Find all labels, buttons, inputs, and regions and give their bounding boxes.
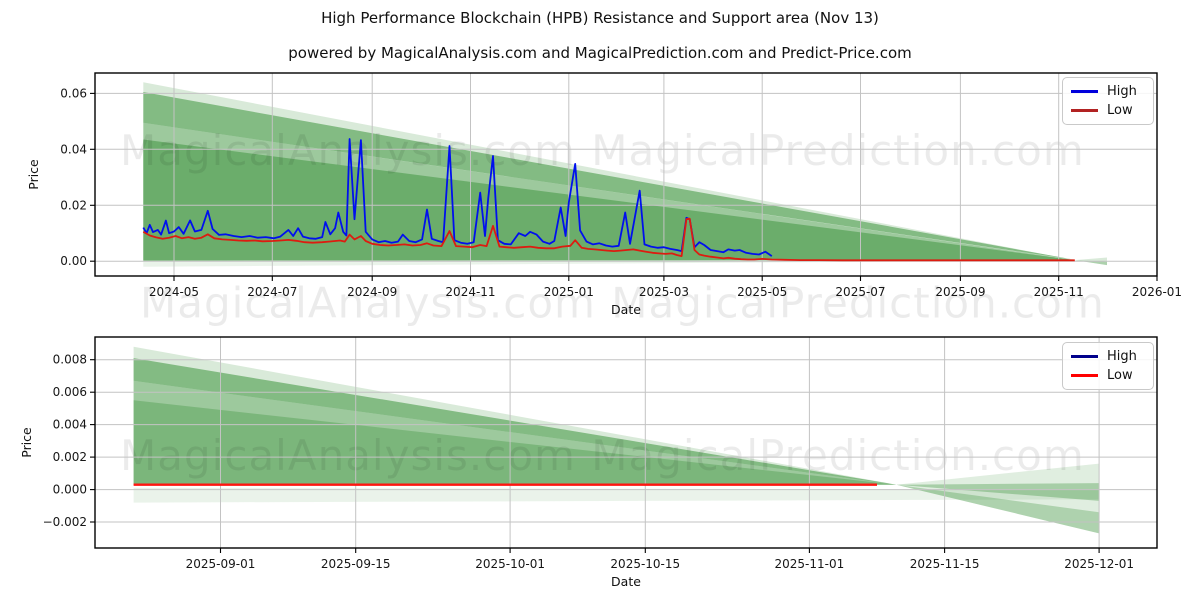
y-tick-label: 0.008 — [53, 353, 87, 367]
x-tick-label: 2025-10-01 — [475, 557, 545, 571]
watermark-text: MagicalPrediction.com — [591, 431, 1085, 480]
x-tick-label: 2025-05 — [737, 285, 787, 299]
y-tick-label: 0.06 — [60, 86, 87, 100]
x-axis-label: Date — [611, 574, 641, 589]
x-tick-label: 2025-07 — [835, 285, 885, 299]
high-line-swatch — [1071, 355, 1098, 358]
y-axis-label: Price — [26, 159, 41, 190]
legend-entry-high: High — [1071, 85, 1145, 98]
legend-label-high: High — [1107, 85, 1137, 98]
legend-top-chart: High Low — [1062, 77, 1154, 125]
x-tick-label: 2024-05 — [149, 285, 199, 299]
x-tick-label: 2024-11 — [445, 285, 495, 299]
figure-subtitle: powered by MagicalAnalysis.com and Magic… — [0, 44, 1200, 62]
bottom-chart: MagicalAnalysis.com MagicalPrediction.com… — [19, 337, 1157, 589]
figure-title: High Performance Blockchain (HPB) Resist… — [0, 9, 1200, 27]
high-line-swatch — [1071, 90, 1098, 93]
x-tick-label: 2025-10-15 — [610, 557, 680, 571]
x-tick-label: 2025-11 — [1034, 285, 1084, 299]
watermark-text: MagicalAnalysis.com — [120, 431, 576, 480]
legend-entry-low: Low — [1071, 104, 1145, 117]
x-tick-label: 2025-12-01 — [1064, 557, 1134, 571]
low-line-swatch — [1071, 374, 1098, 377]
legend-bottom-chart: High Low — [1062, 342, 1154, 390]
y-tick-label: 0.00 — [60, 254, 87, 268]
x-tick-label: 2025-03 — [639, 285, 689, 299]
x-tick-label: 2024-07 — [247, 285, 297, 299]
y-tick-label: −0.002 — [43, 515, 87, 529]
y-tick-label: 0.04 — [60, 142, 87, 156]
x-tick-label: 2025-11-01 — [775, 557, 845, 571]
x-tick-label: 2025-11-15 — [910, 557, 980, 571]
low-line-swatch — [1071, 109, 1098, 112]
y-tick-label: 0.002 — [53, 450, 87, 464]
y-axis-label: Price — [19, 427, 34, 458]
watermark-text: MagicalPrediction.com — [591, 126, 1085, 175]
legend-label-low: Low — [1107, 104, 1133, 117]
legend-label-low: Low — [1107, 369, 1133, 382]
legend-entry-low: Low — [1071, 369, 1145, 382]
x-tick-label: 2024-09 — [347, 285, 397, 299]
x-tick-label: 2026-01 — [1132, 285, 1182, 299]
x-tick-label: 2025-09 — [935, 285, 985, 299]
x-axis-label: Date — [611, 302, 641, 317]
legend-entry-high: High — [1071, 350, 1145, 363]
y-tick-label: 0.004 — [53, 418, 87, 432]
x-tick-label: 2025-01 — [544, 285, 594, 299]
y-tick-label: 0.006 — [53, 385, 87, 399]
legend-label-high: High — [1107, 350, 1137, 363]
y-tick-label: 0.000 — [53, 483, 87, 497]
top-chart: MagicalAnalysis.comMagicalPrediction.com… — [26, 73, 1182, 317]
y-tick-label: 0.02 — [60, 198, 87, 212]
x-tick-label: 2025-09-01 — [186, 557, 256, 571]
charts-canvas: MagicalAnalysis.com MagicalPrediction.com… — [0, 0, 1200, 600]
x-tick-label: 2025-09-15 — [321, 557, 391, 571]
